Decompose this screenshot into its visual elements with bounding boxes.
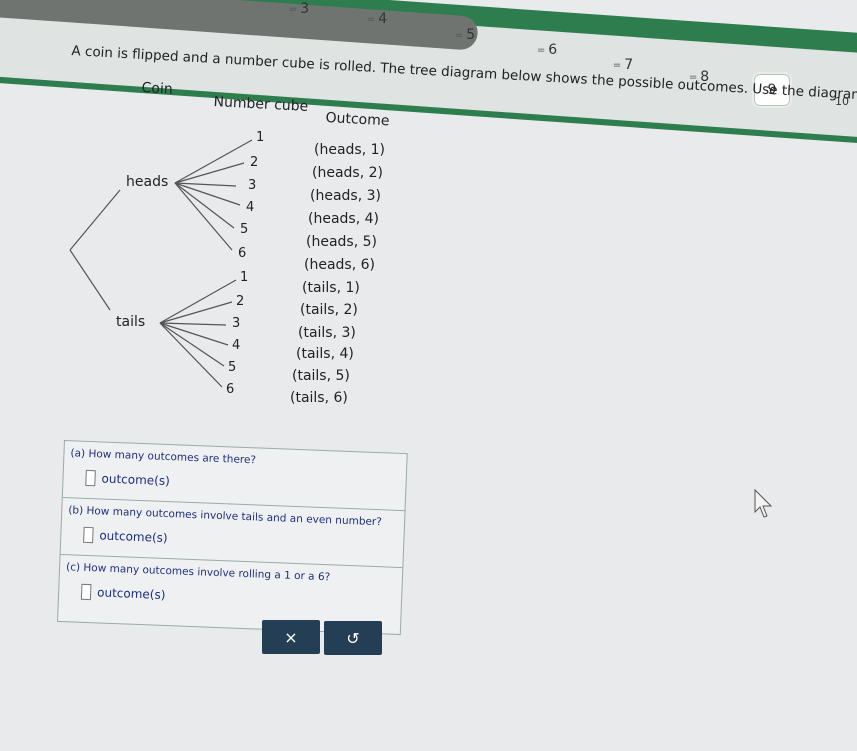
coin-label-tails: tails xyxy=(116,314,146,330)
heads-number-label: 1 xyxy=(256,130,265,145)
answer-b-unit: outcome(s) xyxy=(99,528,168,546)
answer-b-input[interactable] xyxy=(83,526,94,544)
tails-number-label: 3 xyxy=(232,316,241,331)
tree-diagram xyxy=(69,139,253,388)
outcome-label: (tails, 4) xyxy=(296,346,354,362)
answer-panel: (a) How many outcomes are there? outcome… xyxy=(57,440,408,636)
outcome-label: (tails, 5) xyxy=(292,368,350,384)
tails-number-label: 5 xyxy=(228,360,237,375)
outcome-label: (heads, 6) xyxy=(304,257,375,273)
question-c: (c) How many outcomes involve rolling a … xyxy=(58,555,402,624)
undo-button[interactable]: ↺ xyxy=(324,621,382,655)
answer-a-unit: outcome(s) xyxy=(101,471,171,489)
heads-number-label: 4 xyxy=(246,200,255,215)
outcome-label: (heads, 3) xyxy=(310,188,381,204)
outcome-label: (heads, 4) xyxy=(308,211,379,227)
question-a-text: (a) How many outcomes are there? xyxy=(70,447,257,467)
tails-number-label: 1 xyxy=(240,270,249,285)
answer-c-unit: outcome(s) xyxy=(96,585,166,603)
outcome-label: (heads, 1) xyxy=(314,142,385,158)
outcome-label: (tails, 6) xyxy=(290,390,348,406)
coin-label-heads: heads xyxy=(126,174,169,190)
answer-row-a: outcome(s) xyxy=(85,469,399,498)
heads-number-label: 6 xyxy=(238,246,247,261)
tails-number-label: 6 xyxy=(226,382,235,397)
close-icon: × xyxy=(284,627,298,647)
undo-icon: ↺ xyxy=(346,628,360,648)
outcome-label: (tails, 1) xyxy=(302,280,360,296)
clear-button[interactable]: × xyxy=(262,620,320,654)
outcome-label: (tails, 2) xyxy=(300,302,358,318)
tails-number-label: 2 xyxy=(236,294,245,309)
outcome-label: (tails, 3) xyxy=(298,325,356,341)
mouse-pointer-icon xyxy=(754,488,773,518)
outcome-label: (heads, 2) xyxy=(312,165,383,181)
answer-a-input[interactable] xyxy=(85,469,96,487)
heads-number-label: 5 xyxy=(240,222,249,237)
heads-number-label: 2 xyxy=(250,155,259,170)
outcome-label: (heads, 5) xyxy=(306,234,377,250)
answer-c-input[interactable] xyxy=(80,583,92,601)
answer-row-b: outcome(s) xyxy=(83,526,397,555)
heads-number-label: 3 xyxy=(248,178,257,193)
tails-number-label: 4 xyxy=(232,338,241,353)
answer-row-c: outcome(s) xyxy=(80,583,395,612)
